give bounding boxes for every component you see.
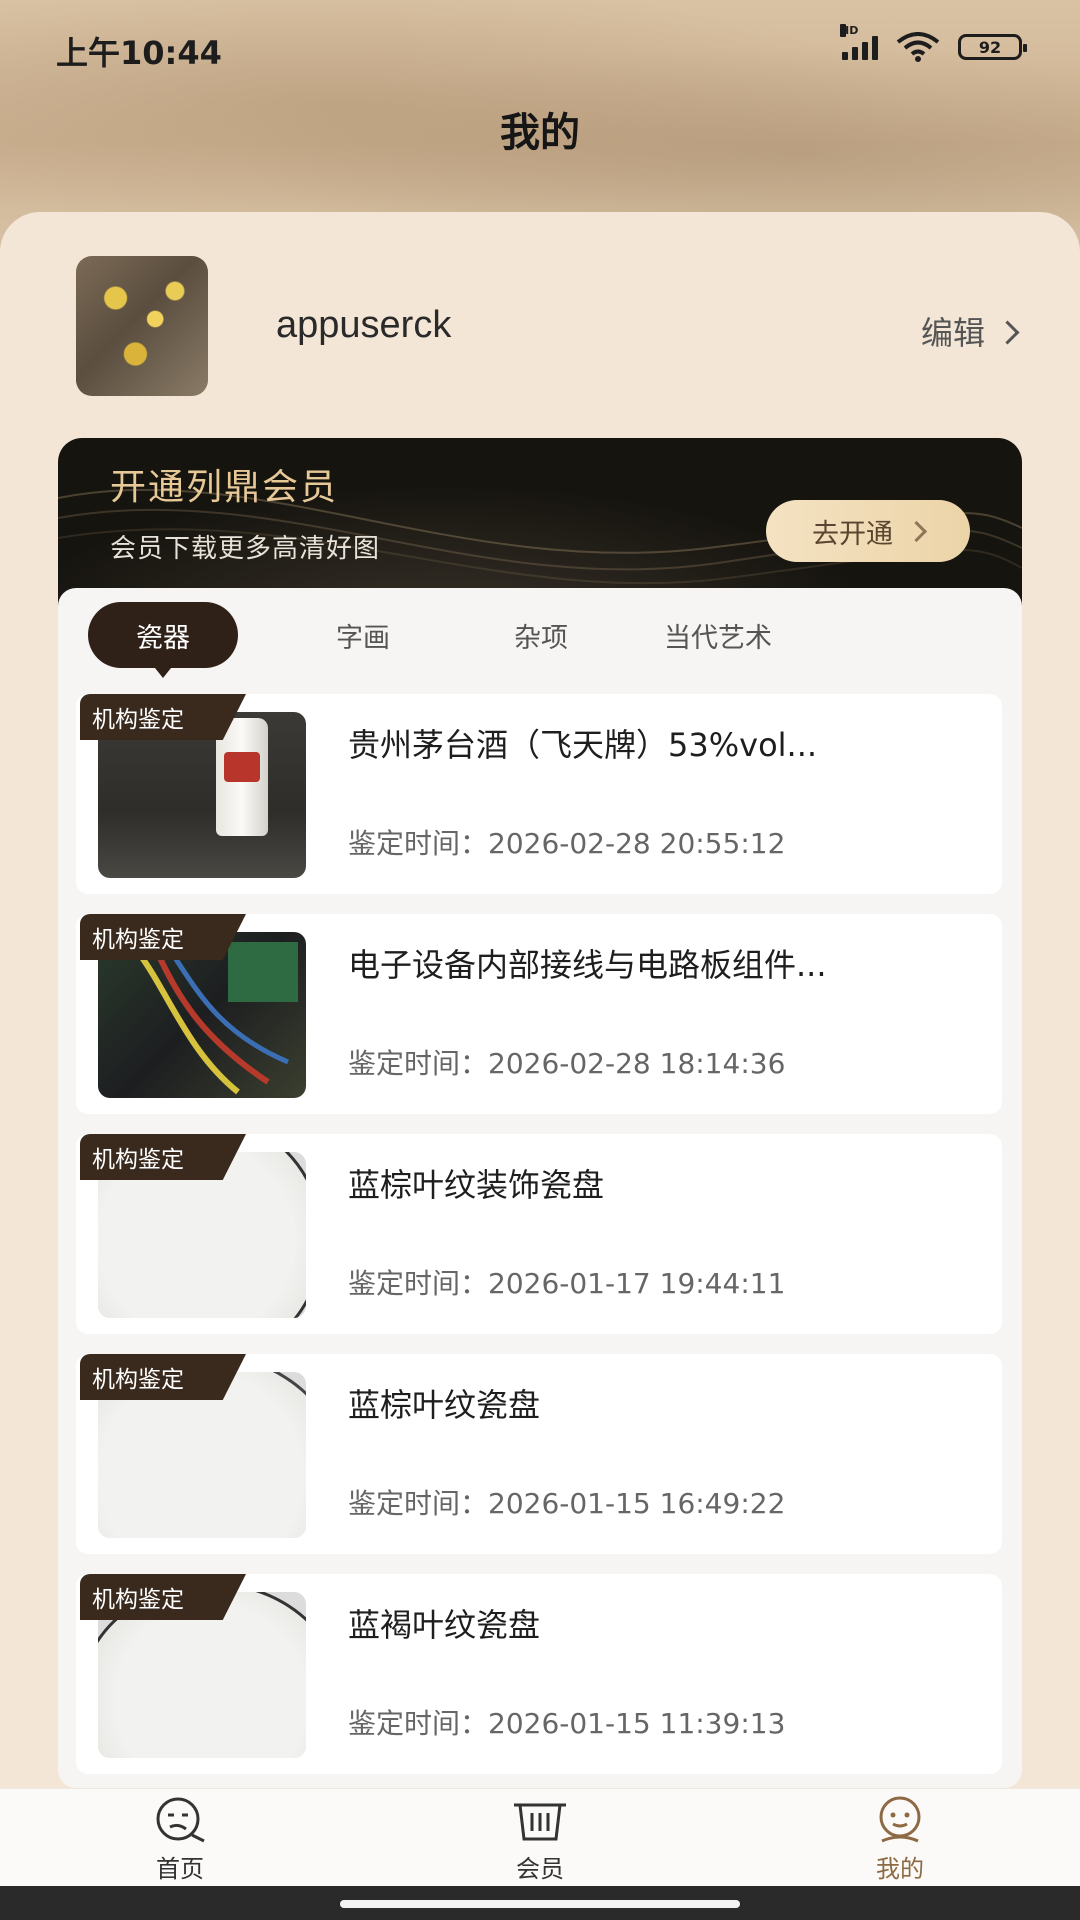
status-icons: HD 92 (840, 24, 1027, 62)
vip-subtitle: 会员下载更多高清好图 (110, 534, 381, 564)
vip-banner[interactable]: 开通列鼎会员 会员下载更多高清好图 去开通 (58, 438, 1022, 608)
institution-appraisal-badge: 机构鉴定 (80, 1574, 246, 1620)
list-item[interactable]: 机构鉴定 蓝褐叶纹瓷盘 鉴定时间：2026-01-15 11:39:13 (76, 1574, 1002, 1774)
profile-face-icon (879, 1796, 921, 1843)
home-face-icon (156, 1797, 205, 1843)
institution-appraisal-badge: 机构鉴定 (80, 1354, 246, 1400)
home-indicator[interactable] (340, 1900, 740, 1908)
item-title: 蓝褐叶纹瓷盘 (348, 1606, 541, 1644)
username: appuserck (276, 304, 452, 346)
nav-home-label: 首页 (156, 1855, 204, 1883)
edit-label: 编辑 (920, 314, 985, 352)
nav-member[interactable]: 会员 (450, 1795, 630, 1884)
item-time: 鉴定时间：2026-01-15 11:39:13 (348, 1707, 786, 1740)
item-time: 鉴定时间：2026-01-17 19:44:11 (348, 1267, 786, 1300)
item-title: 电子设备内部接线与电路板组件... (348, 946, 827, 984)
network-type-label: HD (840, 24, 859, 37)
vip-title: 开通列鼎会员 (110, 467, 339, 508)
list-item[interactable]: 机构鉴定 蓝棕叶纹装饰瓷盘 鉴定时间：2026-01-17 19:44:11 (76, 1134, 1002, 1334)
nav-mine[interactable]: 我的 (810, 1795, 990, 1884)
institution-appraisal-badge: 机构鉴定 (80, 1134, 246, 1180)
institution-appraisal-badge: 机构鉴定 (80, 914, 246, 960)
signal-icon: HD (840, 24, 878, 60)
chevron-right-icon (905, 520, 928, 542)
list-item[interactable]: 机构鉴定 蓝棕叶纹瓷盘 鉴定时间：2026-01-15 16:49:22 (76, 1354, 1002, 1554)
nav-home[interactable]: 首页 (90, 1795, 270, 1884)
battery-level: 92 (978, 37, 1002, 57)
nav-mine-label: 我的 (876, 1855, 924, 1883)
list-item[interactable]: 机构鉴定 电子设备内部接线与电路板组件... 鉴定时间：2026-02-28 1… (76, 914, 1002, 1114)
edit-profile-button[interactable]: 编辑 (920, 308, 1020, 354)
item-title: 贵州茅台酒（飞天牌）53%vol... (348, 726, 818, 764)
battery-icon: 92 (958, 34, 1027, 60)
profile-section: appuserck 编辑 (76, 256, 1020, 396)
chevron-right-icon (995, 319, 1020, 345)
tab-contemporary-art[interactable]: 当代艺术 (618, 602, 818, 668)
item-title: 蓝棕叶纹装饰瓷盘 (348, 1166, 605, 1204)
avatar[interactable] (76, 256, 208, 396)
nav-member-label: 会员 (516, 1855, 564, 1883)
tab-miscellaneous[interactable]: 杂项 (466, 602, 616, 668)
wifi-icon (896, 32, 940, 62)
item-title: 蓝棕叶纹瓷盘 (348, 1386, 541, 1424)
status-time: 上午10:44 (56, 34, 222, 72)
basket-icon (514, 1803, 566, 1841)
system-gesture-area (0, 1886, 1080, 1920)
item-time: 鉴定时间：2026-01-15 16:49:22 (348, 1487, 786, 1520)
category-tabs: 瓷器 字画 杂项 当代艺术 (88, 602, 988, 678)
bottom-navigation: 首页 会员 我的 (0, 1788, 1080, 1889)
records-panel: 瓷器 字画 杂项 当代艺术 机构鉴定 贵州茅台酒（飞天牌）53%vol... 鉴… (58, 588, 1022, 1788)
status-bar: 上午10:44 HD 92 (0, 0, 1080, 100)
page-title: 我的 (500, 110, 580, 156)
content-sheet: appuserck 编辑 开通列鼎会员 会员下载更多高清好图 去开通 瓷器 字画… (0, 212, 1080, 1792)
open-vip-label: 去开通 (812, 518, 893, 550)
institution-appraisal-badge: 机构鉴定 (80, 694, 246, 740)
open-vip-button[interactable]: 去开通 (766, 500, 970, 562)
item-time: 鉴定时间：2026-02-28 18:14:36 (348, 1047, 786, 1080)
item-time: 鉴定时间：2026-02-28 20:55:12 (348, 827, 786, 860)
tab-calligraphy-painting[interactable]: 字画 (288, 602, 438, 668)
tab-porcelain[interactable]: 瓷器 (88, 602, 238, 678)
list-item[interactable]: 机构鉴定 贵州茅台酒（飞天牌）53%vol... 鉴定时间：2026-02-28… (76, 694, 1002, 894)
